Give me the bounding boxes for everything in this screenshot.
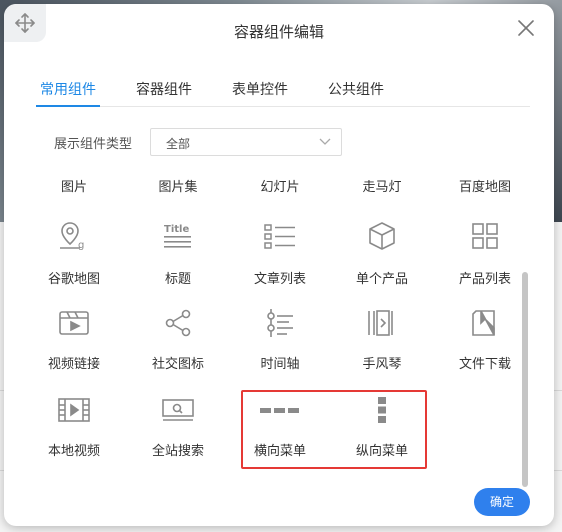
site-search-icon	[158, 394, 198, 426]
component-editor-dialog: 容器组件编辑 常用组件 容器组件 表单控件 公共组件 展示组件类型 全部 图片 …	[4, 4, 554, 526]
tab-common[interactable]: 常用组件	[40, 79, 96, 99]
product-grid-icon	[465, 220, 505, 252]
component-label: 手风琴	[362, 357, 402, 372]
close-icon[interactable]	[516, 18, 536, 38]
component-label: 本地视频	[47, 444, 100, 459]
article-list-icon	[260, 220, 300, 252]
component-label: 标题	[164, 272, 191, 287]
component-label: 时间轴	[260, 357, 300, 372]
svg-text:g: g	[78, 240, 84, 251]
file-download-icon	[465, 307, 505, 339]
share-icon	[158, 307, 198, 339]
filter-label: 展示组件类型	[54, 137, 133, 152]
component-label: 单个产品	[355, 272, 408, 287]
select-value: 全部	[166, 137, 191, 151]
component-type-select[interactable]: 全部	[150, 128, 342, 156]
component-label: 图片	[60, 180, 87, 195]
confirm-button[interactable]: 确定	[474, 488, 530, 516]
component-label: 走马灯	[362, 180, 402, 195]
component-label: 谷歌地图	[47, 272, 100, 287]
map-pin-icon: g	[54, 220, 94, 252]
tab-container[interactable]: 容器组件	[136, 79, 192, 99]
component-label: 社交图标	[151, 357, 204, 372]
tab-form-controls[interactable]: 表单控件	[232, 79, 288, 99]
component-label: 文件下载	[458, 357, 511, 372]
svg-text:Title: Title	[164, 224, 189, 235]
video-link-icon	[54, 307, 94, 339]
component-label: 图片集	[158, 180, 198, 195]
menu-components-highlight	[241, 390, 427, 469]
component-label: 幻灯片	[260, 180, 300, 195]
tab-public[interactable]: 公共组件	[328, 79, 384, 99]
component-label: 产品列表	[458, 272, 511, 287]
timeline-icon	[260, 307, 300, 339]
accordion-icon	[362, 307, 402, 339]
local-video-icon	[54, 394, 94, 426]
component-label: 视频链接	[47, 357, 100, 372]
title-icon: Title	[158, 220, 198, 252]
component-tabs: 常用组件 容器组件 表单控件 公共组件	[36, 74, 530, 107]
component-label: 全站搜索	[151, 444, 204, 459]
component-label: 文章列表	[253, 272, 306, 287]
component-label: 百度地图	[458, 180, 511, 195]
scrollbar-thumb[interactable]	[522, 272, 528, 487]
product-box-icon	[362, 220, 402, 252]
dialog-title: 容器组件编辑	[233, 23, 324, 41]
active-tab-indicator	[36, 105, 100, 107]
chevron-down-icon	[319, 138, 331, 145]
